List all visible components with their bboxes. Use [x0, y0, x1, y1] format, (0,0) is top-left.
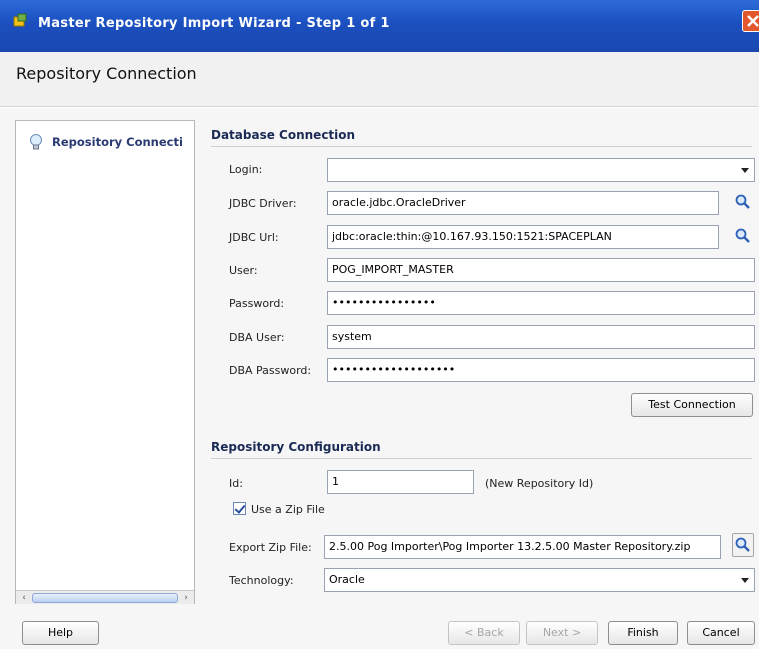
database-connection-title: Database Connection: [211, 128, 356, 142]
cancel-button[interactable]: Cancel: [687, 621, 755, 645]
section-divider: [211, 458, 752, 459]
horizontal-scrollbar[interactable]: ‹ ›: [16, 590, 194, 605]
nav-item-label: Repository Connecti: [52, 135, 183, 149]
jdbc-url-label: JDBC Url:: [229, 231, 279, 244]
close-button[interactable]: [742, 10, 759, 32]
section-divider: [211, 146, 752, 147]
help-button[interactable]: Help: [22, 621, 99, 645]
user-label: User:: [229, 264, 258, 277]
chevron-down-icon: [741, 168, 749, 173]
window-titlebar: Master Repository Import Wizard - Step 1…: [0, 0, 759, 52]
password-input[interactable]: ••••••••••••••••: [327, 291, 755, 315]
search-icon[interactable]: [734, 193, 752, 211]
wizard-body: Repository Connecti ‹ ›: [0, 108, 759, 606]
dba-password-label: DBA Password:: [229, 364, 312, 377]
search-icon[interactable]: [734, 227, 752, 245]
dba-user-label: DBA User:: [229, 331, 285, 344]
lightbulb-icon: [30, 134, 42, 150]
export-zip-file-input[interactable]: 2.5.00 Pog Importer\Pog Importer 13.2.5.…: [324, 535, 721, 559]
repository-configuration-title: Repository Configuration: [211, 440, 381, 454]
scroll-left-icon[interactable]: ‹: [17, 592, 31, 604]
use-zip-file-checkbox[interactable]: [233, 502, 246, 515]
step-navigation: Repository Connecti ‹ ›: [15, 120, 195, 606]
repository-id-hint: (New Repository Id): [485, 477, 594, 490]
dba-password-input[interactable]: •••••••••••••••••••: [327, 358, 755, 382]
technology-label: Technology:: [229, 574, 294, 587]
close-icon: [747, 15, 759, 27]
login-label: Login:: [229, 163, 263, 176]
browse-zip-button[interactable]: [732, 533, 754, 557]
dba-user-input[interactable]: system: [327, 325, 755, 349]
wizard-header: Repository Connection: [0, 52, 759, 107]
jdbc-driver-input[interactable]: oracle.jdbc.OracleDriver: [327, 191, 719, 215]
jdbc-url-input[interactable]: jdbc:oracle:thin:@10.167.93.150:1521:SPA…: [327, 225, 719, 249]
back-button[interactable]: < Back: [448, 621, 520, 645]
technology-combobox[interactable]: Oracle: [324, 568, 755, 592]
id-label: Id:: [229, 477, 243, 490]
finish-button[interactable]: Finish: [608, 621, 678, 645]
password-label: Password:: [229, 297, 285, 310]
window-title: Master Repository Import Wizard - Step 1…: [38, 16, 390, 31]
page-title: Repository Connection: [16, 64, 197, 83]
search-icon: [735, 537, 750, 552]
test-connection-button[interactable]: Test Connection: [631, 393, 753, 417]
app-icon: [13, 13, 27, 27]
next-button[interactable]: Next >: [526, 621, 598, 645]
scroll-right-icon[interactable]: ›: [179, 592, 193, 604]
jdbc-driver-label: JDBC Driver:: [229, 197, 297, 210]
export-zip-file-label: Export Zip File:: [229, 541, 312, 554]
user-input[interactable]: POG_IMPORT_MASTER: [327, 258, 755, 282]
use-zip-file-label: Use a Zip File: [251, 503, 325, 516]
chevron-down-icon: [741, 578, 749, 583]
repository-id-input[interactable]: 1: [327, 470, 474, 494]
login-combobox[interactable]: [327, 158, 755, 182]
scroll-thumb[interactable]: [32, 593, 178, 603]
